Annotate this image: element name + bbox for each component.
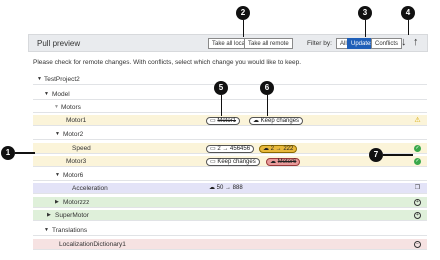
callout-7-leader <box>383 154 413 156</box>
tree-row-motor2[interactable]: ▼ Motor2 <box>33 129 427 140</box>
tree-row-supermotor[interactable]: ▶ SuperMotor + <box>33 210 427 221</box>
callout-2-leader <box>242 20 244 37</box>
minus-circle-icon: − <box>414 241 421 248</box>
callout-6-leader <box>266 95 268 116</box>
local-value-option[interactable]: ▭ 2 → 456456 <box>206 144 255 153</box>
remote-value-option[interactable]: ☁ 2 → 222 <box>259 144 298 153</box>
row-label: Motor6 <box>63 172 84 179</box>
callout-5-leader <box>220 95 222 116</box>
plus-circle-icon: + <box>414 212 421 219</box>
chevron-down-icon[interactable]: ▼ <box>54 104 59 110</box>
take-all-remote-button[interactable]: Take all remote <box>244 38 293 49</box>
row-label: Motors <box>61 104 81 111</box>
previous-change-arrow-icon[interactable]: ↑ <box>413 36 419 48</box>
keep-changes-option[interactable]: ☁ Keep changes <box>249 116 304 125</box>
warning-icon: ⚠ <box>414 117 421 124</box>
callout-4-leader <box>407 20 409 35</box>
row-label: Motor3 <box>66 158 87 165</box>
laptop-icon: ▭ <box>210 117 216 124</box>
chevron-down-icon[interactable]: ▼ <box>44 91 49 97</box>
chevron-down-icon[interactable]: ▼ <box>44 227 49 233</box>
cloud-icon: ☁ <box>270 158 276 165</box>
row-label: Acceleration <box>72 185 108 192</box>
chevron-right-icon[interactable]: ▶ <box>55 199 59 205</box>
row-label: TestProject2 <box>44 76 80 83</box>
pull-preview-toolbar: Pull preview Take all local Take all rem… <box>28 34 428 52</box>
tree-row-testproject2[interactable]: ▼ TestProject2 <box>33 74 427 85</box>
filter-label: Filter by: <box>307 40 332 47</box>
cloud-icon: ☁ <box>253 117 259 124</box>
laptop-icon: ▭ <box>210 158 216 165</box>
callout-1-leader <box>15 152 35 154</box>
tree-row-localizationdictionary1[interactable]: LocalizationDictionary1 − <box>33 239 427 250</box>
chevron-down-icon[interactable]: ▼ <box>37 76 42 82</box>
tree-row-speed[interactable]: Speed ▭ 2 → 456456 ☁ 2 → 222 ✓ <box>33 143 427 154</box>
tree-row-motor1[interactable]: Motor1 ▭ Motor1 ☁ Keep changes ⚠ <box>33 115 427 126</box>
keep-local-option[interactable]: ▭ Motor1 <box>206 116 241 125</box>
plus-circle-icon: + <box>414 199 421 206</box>
tree-row-model[interactable]: ▼ Model <box>33 89 427 100</box>
tree-row-motors[interactable]: ▼ Motors <box>33 102 427 113</box>
cloud-icon: ☁ <box>263 145 269 152</box>
pages-icon: ❐ <box>414 185 421 191</box>
next-change-arrow-icon[interactable]: ↓ <box>401 36 407 48</box>
tree-row-motor6[interactable]: ▼ Motor6 <box>33 170 427 181</box>
callout-1: 1 <box>1 146 15 160</box>
page-title: Pull preview <box>37 39 81 48</box>
info-text: Please check for remote changes. With co… <box>33 59 302 66</box>
tree-row-translations[interactable]: ▼ Translations <box>33 225 427 236</box>
keep-changes-option[interactable]: ▭ Keep changes <box>206 157 260 166</box>
tree-row-motorzzz[interactable]: ▶ Motorzzz + <box>33 197 427 208</box>
row-label: Speed <box>72 145 91 152</box>
row-label: Translations <box>52 227 88 234</box>
laptop-icon: ▭ <box>210 145 216 152</box>
callout-5: 5 <box>214 81 228 95</box>
callout-3-leader <box>364 20 366 37</box>
callout-6: 6 <box>260 81 274 95</box>
callout-7: 7 <box>369 148 383 162</box>
chevron-down-icon[interactable]: ▼ <box>55 172 60 178</box>
cloud-icon: ☁ <box>209 184 215 191</box>
chevron-down-icon[interactable]: ▼ <box>55 131 60 137</box>
row-label: Motorzzz <box>63 199 90 206</box>
row-label: Motor1 <box>66 117 87 124</box>
callout-3: 3 <box>358 6 372 20</box>
row-label: Model <box>52 91 70 98</box>
check-circle-icon: ✓ <box>414 158 421 165</box>
keep-remote-option[interactable]: ☁ Motor6 <box>266 157 301 166</box>
callout-4: 4 <box>401 6 415 20</box>
check-circle-icon: ✓ <box>414 145 421 152</box>
callout-2: 2 <box>236 6 250 20</box>
tree-row-acceleration[interactable]: Acceleration ☁ 50 → 888 ❐ <box>33 183 427 194</box>
tree-row-motor3[interactable]: Motor3 ▭ Keep changes ☁ Motor6 ✓ <box>33 156 427 167</box>
row-label: SuperMotor <box>55 212 89 219</box>
change-value: ☁ 50 → 888 <box>209 184 243 191</box>
row-label: LocalizationDictionary1 <box>59 241 126 248</box>
filter-conflicts-button[interactable]: Conflicts <box>371 38 403 49</box>
chevron-right-icon[interactable]: ▶ <box>47 212 51 218</box>
row-label: Motor2 <box>63 131 84 138</box>
